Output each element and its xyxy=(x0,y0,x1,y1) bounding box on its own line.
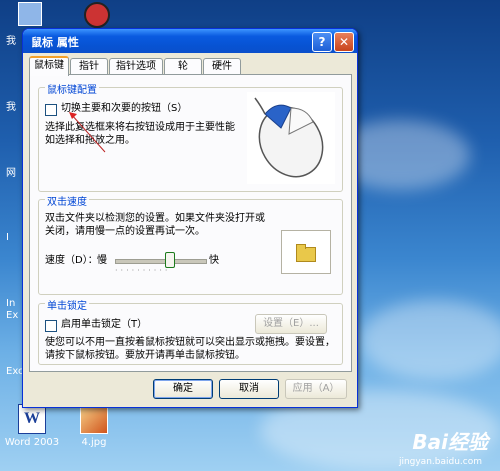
folder-icon[interactable] xyxy=(296,244,316,262)
image-file-icon xyxy=(80,404,108,434)
desktop-label: In xyxy=(6,298,16,309)
tab-pointer-options[interactable]: 指针选项 xyxy=(109,58,163,74)
group-title: 双击速度 xyxy=(45,193,89,208)
slider-ticks: ·········· xyxy=(115,266,171,275)
tab-pointers[interactable]: 指针 xyxy=(70,58,108,74)
speed-label: 速度（D）： xyxy=(45,255,98,266)
mouse-icon xyxy=(254,97,324,178)
tab-hardware[interactable]: 硬件 xyxy=(203,58,241,74)
baidu-watermark: Bai经验 xyxy=(412,430,488,454)
desktop-icon-word[interactable]: W Word 2003 xyxy=(2,404,62,448)
click-lock-settings-button[interactable]: 设置（E）... xyxy=(255,314,327,334)
desktop-label: I xyxy=(6,232,9,243)
mouse-illustration xyxy=(247,92,335,184)
group-title: 鼠标键配置 xyxy=(45,81,99,96)
desktop-label: Ex xyxy=(6,310,19,321)
click-lock-description: 使您可以不用一直按着鼠标按钮就可以突出显示或拖拽。要设置，请按下鼠标按钮。要放开… xyxy=(45,337,335,361)
desktop-icon-label: 4.jpg xyxy=(81,437,107,448)
red-annotation-arrow xyxy=(69,112,106,153)
slow-label: 慢 xyxy=(97,255,107,266)
baidu-watermark-url: jingyan.baidu.com xyxy=(398,457,482,467)
ok-button[interactable]: 确定 xyxy=(153,379,213,399)
apply-button[interactable]: 应用（A） xyxy=(285,379,347,399)
click-lock-checkbox[interactable] xyxy=(45,320,57,332)
switch-buttons-checkbox[interactable] xyxy=(45,104,57,116)
desktop-label: 我 xyxy=(6,102,16,113)
click-lock-group: 单击锁定 启用单击锁定（T） 设置（E）... 使您可以不用一直按着鼠标按钮就可… xyxy=(38,297,343,365)
group-title: 单击锁定 xyxy=(45,297,89,312)
desktop-icon-label: Word 2003 xyxy=(4,437,60,448)
double-click-description: 双击文件夹以检测您的设置。如果文件夹没打开或关闭，请用慢一点的设置再试一次。 xyxy=(45,213,265,237)
mouse-properties-dialog: 鼠标 属性 ? ✕ 鼠标键 指针 指针选项 轮 硬件 鼠标键配置 切换主要和次要… xyxy=(22,28,358,408)
tab-wheel[interactable]: 轮 xyxy=(164,58,202,74)
click-lock-label[interactable]: 启用单击锁定（T） xyxy=(61,318,147,331)
desktop-label: 我 xyxy=(6,36,16,47)
desktop-icon-image[interactable]: 4.jpg xyxy=(64,404,124,448)
dialog-title: 鼠标 属性 xyxy=(31,36,79,49)
desktop-game-icon[interactable] xyxy=(84,2,110,28)
cancel-button[interactable]: 取消 xyxy=(219,379,279,399)
word-icon: W xyxy=(18,404,46,434)
help-button[interactable]: ? xyxy=(312,32,332,52)
desktop-top-icon[interactable] xyxy=(18,2,42,26)
tab-panel: 鼠标键配置 切换主要和次要的按钮（S） 选择此复选框来将右按钮设成用于主要性能如… xyxy=(29,74,352,372)
speed-slider-track[interactable] xyxy=(115,259,207,264)
button-config-group: 鼠标键配置 切换主要和次要的按钮（S） 选择此复选框来将右按钮设成用于主要性能如… xyxy=(38,81,343,192)
fast-label: 快 xyxy=(209,255,219,266)
title-bar[interactable]: 鼠标 属性 ? ✕ xyxy=(23,29,357,53)
desktop-label: Exc xyxy=(6,366,24,377)
close-button[interactable]: ✕ xyxy=(334,32,354,52)
desktop-label: 网 xyxy=(6,168,16,179)
double-click-group: 双击速度 双击文件夹以检测您的设置。如果文件夹没打开或关闭，请用慢一点的设置再试… xyxy=(38,193,343,295)
tab-buttons[interactable]: 鼠标键 xyxy=(29,56,69,76)
test-folder-area[interactable] xyxy=(281,230,331,274)
